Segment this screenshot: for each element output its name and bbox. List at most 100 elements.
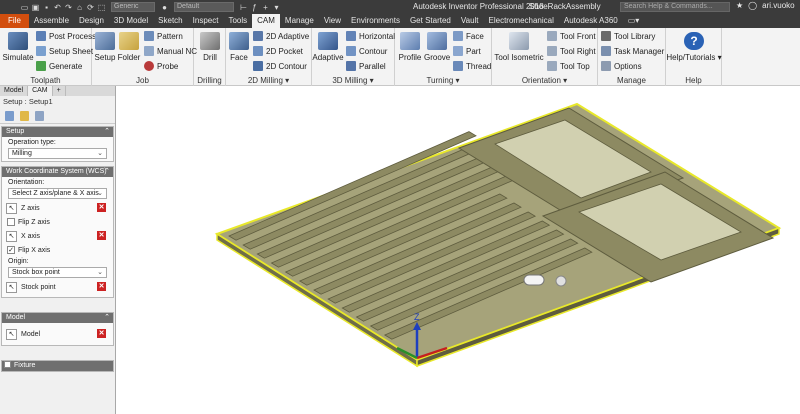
material-combo[interactable]: Generic <box>111 2 155 12</box>
flip-z-box[interactable] <box>7 218 15 226</box>
setup-section: Setup ⌃ Operation type: Milling ⌄ <box>1 126 114 162</box>
setup-section-header[interactable]: Setup ⌃ <box>2 127 113 137</box>
ribbon-tab-manage[interactable]: Manage <box>280 14 319 28</box>
face-mill-button[interactable]: Face <box>228 32 250 62</box>
dropdown-icon[interactable]: ▾ <box>272 3 281 12</box>
stock-point-picker[interactable]: ↖ Stock point ✕ <box>6 280 109 294</box>
fx-icon[interactable]: ƒ <box>250 3 259 12</box>
groove-button[interactable]: Groove <box>424 32 450 62</box>
ribbon-tab-inspect[interactable]: Inspect <box>188 14 224 28</box>
2d-adaptive-button[interactable]: 2D Adaptive <box>253 31 309 41</box>
ribbon-tab-tools[interactable]: Tools <box>223 14 252 28</box>
tool-isometric-button[interactable]: Tool Isometric <box>494 32 544 62</box>
ribbon-tab-electromechanical[interactable]: Electromechanical <box>484 14 559 28</box>
appearance-combo[interactable]: Default <box>174 2 234 12</box>
folder-button[interactable]: Folder <box>117 32 141 62</box>
browser-tab-add[interactable]: + <box>53 86 66 96</box>
appearance-icon[interactable]: ● <box>160 3 169 12</box>
drill-button[interactable]: Drill <box>198 32 222 62</box>
clear-selection-icon[interactable]: ✕ <box>97 329 106 338</box>
adaptive-button[interactable]: Adaptive <box>312 32 344 62</box>
ribbon-tab-vault[interactable]: Vault <box>456 14 484 28</box>
clear-selection-icon[interactable]: ✕ <box>97 231 106 240</box>
ribbon-tab-overflow-icon[interactable]: ▭▾ <box>623 14 645 28</box>
model-section-header[interactable]: Model ⌃ <box>2 313 113 323</box>
pattern-button[interactable]: Pattern <box>144 31 183 41</box>
save-icon[interactable]: ▪ <box>42 3 51 12</box>
fixture-checkbox[interactable] <box>4 361 11 368</box>
tool-library-button[interactable]: Tool Library <box>601 31 655 41</box>
2d-contour-label: 2D Contour <box>266 61 307 71</box>
model-picker[interactable]: ↖ Model ✕ <box>6 327 109 341</box>
simulate-button[interactable]: Simulate <box>2 32 34 62</box>
flip-z-checkbox[interactable]: Flip Z axis <box>2 216 113 228</box>
options-button[interactable]: Options <box>601 61 642 71</box>
ribbon-tab-design[interactable]: Design <box>74 14 109 28</box>
home-icon[interactable]: ⌂ <box>75 3 84 12</box>
user-icon[interactable]: ◯ <box>748 1 757 10</box>
new-file-icon[interactable]: ▭ <box>20 3 29 12</box>
part-button[interactable]: Part <box>453 46 481 56</box>
parallel-button[interactable]: Parallel <box>346 61 386 71</box>
help-search-input[interactable]: Search Help & Commands... <box>620 2 730 12</box>
star-icon[interactable]: ★ <box>736 1 743 10</box>
undo-icon[interactable]: ↶ <box>53 3 62 12</box>
task-manager-button[interactable]: Task Manager <box>601 46 664 56</box>
thread-button[interactable]: Thread <box>453 61 491 71</box>
user-name[interactable]: ari.vuoko <box>762 1 794 10</box>
flip-x-box[interactable]: ✓ <box>7 246 15 254</box>
tool-front-button[interactable]: Tool Front <box>547 31 596 41</box>
ribbon-tab-view[interactable]: View <box>319 14 346 28</box>
tool-right-button[interactable]: Tool Right <box>547 46 596 56</box>
select-icon[interactable]: ⬚ <box>97 3 106 12</box>
x-axis-picker[interactable]: ↖ X axis ✕ <box>6 229 109 243</box>
collapse-icon[interactable]: ⌃ <box>104 127 110 137</box>
probe-button[interactable]: Probe <box>144 61 178 71</box>
ribbon-tabs: File Assemble Design 3D Model Sketch Inspect T… <box>0 14 800 28</box>
2d-pocket-button[interactable]: 2D Pocket <box>253 46 303 56</box>
z-axis-picker[interactable]: ↖ Z axis ✕ <box>6 201 109 215</box>
turning-face-button[interactable]: Face <box>453 31 484 41</box>
graphics-viewport[interactable]: Z <box>117 86 800 414</box>
ribbon-tab-get-started[interactable]: Get Started <box>405 14 456 28</box>
origin-select[interactable]: Stock box point ⌄ <box>8 267 107 278</box>
wcs-section-header[interactable]: Work Coordinate System (WCS) ⌃ <box>2 167 113 177</box>
help-tutorials-button[interactable]: ? Help/Tutorials ▾ <box>666 32 722 62</box>
operation-type-select[interactable]: Milling ⌄ <box>8 148 107 159</box>
ribbon-tab-sketch[interactable]: Sketch <box>153 14 187 28</box>
fixture-section-header[interactable]: Fixture <box>2 361 113 371</box>
stock-tab-icon[interactable] <box>20 110 29 121</box>
horizontal-button[interactable]: Horizontal <box>346 31 395 41</box>
2d-contour-button[interactable]: 2D Contour <box>253 61 307 71</box>
ribbon-tab-assemble[interactable]: Assemble <box>29 14 74 28</box>
open-folder-icon[interactable]: ▣ <box>31 3 40 12</box>
collapse-icon[interactable]: ⌃ <box>104 313 110 323</box>
browser-tab-model[interactable]: Model <box>0 86 29 96</box>
model-scene[interactable]: Z <box>117 86 800 414</box>
redo-icon[interactable]: ↷ <box>64 3 73 12</box>
setup-sheet-button[interactable]: Setup Sheet <box>36 46 93 56</box>
manual-nc-button[interactable]: Manual NC <box>144 46 197 56</box>
ribbon-tab-file[interactable]: File <box>0 14 29 28</box>
plus-icon[interactable]: + <box>261 3 270 12</box>
clear-selection-icon[interactable]: ✕ <box>97 282 106 291</box>
setup-tab-icon[interactable] <box>5 110 14 121</box>
post-process-button[interactable]: Post Process <box>36 31 96 41</box>
flip-x-checkbox[interactable]: ✓ Flip X axis <box>2 244 113 256</box>
tool-top-button[interactable]: Tool Top <box>547 61 590 71</box>
ribbon-tab-environments[interactable]: Environments <box>346 14 405 28</box>
ribbon-tab-autodesk-a360[interactable]: Autodesk A360 <box>559 14 623 28</box>
contour-button[interactable]: Contour <box>346 46 387 56</box>
measure-icon[interactable]: ⊢ <box>239 3 248 12</box>
orientation-select[interactable]: Select Z axis/plane & X axis ⌄ <box>8 188 107 199</box>
browser-tab-cam[interactable]: CAM <box>28 86 53 96</box>
setup-button[interactable]: Setup <box>94 32 116 62</box>
ribbon-tab-cam[interactable]: CAM <box>252 14 280 28</box>
ribbon-tab-3d-model[interactable]: 3D Model <box>109 14 153 28</box>
clear-selection-icon[interactable]: ✕ <box>97 203 106 212</box>
collapse-icon[interactable]: ⌃ <box>104 167 110 177</box>
update-icon[interactable]: ⟳ <box>86 3 95 12</box>
post-tab-icon[interactable] <box>35 110 44 121</box>
profile-button[interactable]: Profile <box>398 32 422 62</box>
generate-button[interactable]: Generate <box>36 61 82 71</box>
